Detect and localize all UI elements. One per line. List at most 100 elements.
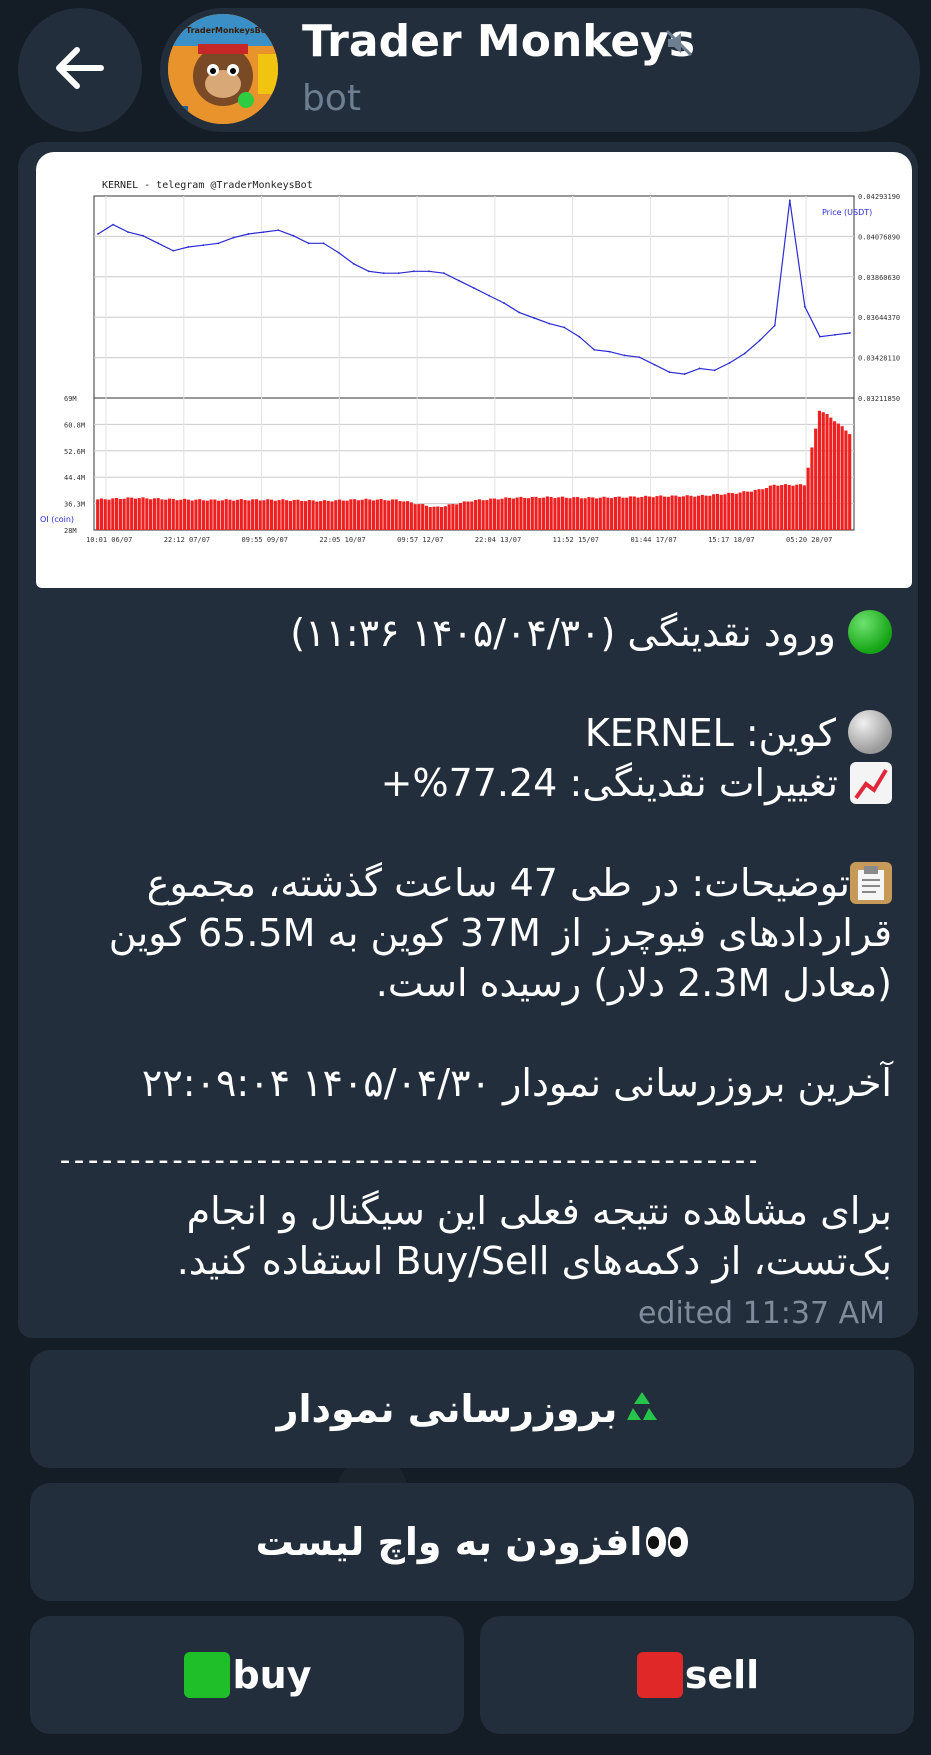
chart-title: KERNEL - telegram @TraderMonkeysBot [102,180,313,191]
price-point [352,262,355,265]
price-point [503,302,505,304]
price-point [443,272,445,275]
oi-bar [160,499,164,530]
oi-bar [307,500,311,530]
price-point [127,231,129,233]
oi-bar [757,489,761,530]
back-button[interactable] [18,8,142,132]
buy-button[interactable]: buy [30,1616,464,1734]
oi-tick-label: 28M [64,527,77,535]
oi-bar [825,414,829,530]
oi-bar [519,496,523,530]
oi-bar [103,499,107,530]
oi-bar [409,502,413,530]
price-point [803,305,806,308]
oi-bar [137,498,141,530]
oi-price-chart: KERNEL - telegram @TraderMonkeysBot Pric… [40,180,900,544]
oi-bar [666,496,670,530]
oi-bar [776,485,780,530]
oi-bar [269,499,274,530]
red-square-icon [636,1652,683,1698]
oi-bar [402,501,406,530]
oi-bar [439,506,444,530]
oi-tick-label: 52.6M [64,448,85,456]
oi-bar [220,500,224,530]
oi-bar [632,496,636,530]
price-point [217,242,220,245]
add-watchlist-button[interactable]: افزودن به واچ لیست [30,1483,914,1601]
refresh-chart-button[interactable]: بروزرسانی نمودار [30,1350,914,1468]
oi-bar [398,500,402,530]
price-point [458,279,460,282]
oi-bar [806,467,810,530]
price-point [112,223,114,226]
oi-bar [341,500,345,530]
oi-bar [364,498,368,530]
oi-bar [371,500,376,530]
oi-bar [383,500,387,530]
backtest-note-text: برای مشاهده نتیجه فعلی این سیگنال و انجا… [176,1189,892,1283]
oi-bar [500,498,504,530]
oi-bar [379,498,383,530]
oi-bar [107,499,111,530]
sell-button[interactable]: sell [480,1616,914,1734]
oi-bar [466,501,470,530]
oi-bar [719,494,723,530]
price-axis-label: Price (USDT) [822,208,872,217]
oi-bar [368,499,372,530]
chart-image[interactable]: KERNEL - telegram @TraderMonkeysBot Pric… [36,152,912,588]
add-watchlist-label: افزودن به واچ لیست [255,1520,643,1564]
oi-bar [734,493,738,530]
oi-bar [217,500,221,530]
oi-bar [126,497,130,530]
oi-bar [292,499,296,530]
oi-tick-label: 36.3M [64,501,85,509]
oi-bar [817,410,822,530]
x-tick-label: 01:44 17/07 [630,536,676,544]
oi-bar [651,497,655,530]
chat-title: Trader Monkeys [302,16,696,67]
oi-bar [553,498,557,530]
oi-axis-label: OI (coin) [40,515,74,524]
price-point [834,333,836,336]
oi-bar [175,500,179,530]
price-point [412,270,415,273]
oi-bar [496,499,500,530]
oi-bar [247,500,251,530]
oi-bar [311,500,315,530]
oi-bar [689,495,693,530]
price-point [563,326,566,329]
oi-bar [795,484,799,530]
eyes-icon [646,1527,689,1557]
oi-bar [848,434,852,530]
oi-bar [715,493,720,530]
oi-bar [266,499,270,530]
price-point [157,242,160,245]
oi-bar [288,500,293,530]
price-point [202,244,205,247]
oi-bar [662,496,667,530]
oi-bar [628,496,633,530]
refresh-chart-label: بروزرسانی نمودار [276,1387,618,1431]
price-point [187,246,190,248]
oi-tick-label: 60.8M [64,421,85,429]
oi-bar [704,495,708,530]
oi-bar [723,494,727,530]
oi-bar [251,499,255,530]
price-point [578,335,581,338]
oi-tick-label: 69M [64,395,77,403]
oi-bar [375,499,379,530]
change-line: تغییرات نقدینگی: 77.24%+ [90,758,892,808]
chart-frame [93,195,855,531]
oi-bar [432,506,436,530]
price-point [713,369,716,372]
muted-icon [664,28,694,62]
divider: ----------------------------------------… [56,1143,756,1178]
avatar[interactable]: TraderMonkeysBot [168,14,278,124]
price-point [698,367,701,370]
x-tick-label: 10:01 06/07 [86,536,132,544]
price-point [683,373,686,375]
oi-bar [277,500,281,530]
oi-bar [356,500,361,530]
buy-label: buy [232,1653,312,1697]
